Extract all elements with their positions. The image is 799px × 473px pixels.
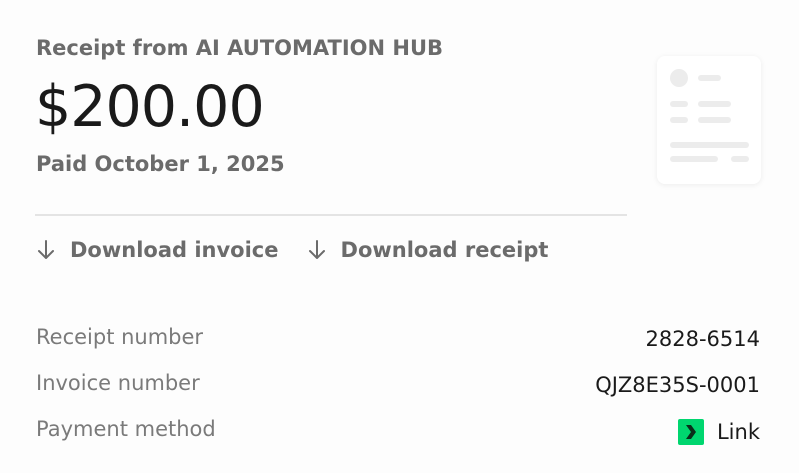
invoice-number-value: QJZ8E35S-0001: [595, 373, 760, 397]
download-receipt-label: Download receipt: [340, 238, 549, 262]
invoice-number-row: Invoice number QJZ8E35S-0001: [36, 371, 760, 417]
receipt-from-title: Receipt from AI AUTOMATION HUB: [36, 36, 444, 60]
arrow-down-icon: [38, 240, 54, 259]
link-logo-icon: [677, 419, 704, 445]
receipt-amount: $200.00: [35, 74, 265, 140]
receipt-number-value: 2828-6514: [645, 327, 760, 351]
receipt-number-row: Receipt number 2828-6514: [36, 325, 760, 371]
divider: [35, 214, 627, 216]
payment-method-text: Link: [716, 420, 760, 444]
arrow-down-icon: [308, 240, 325, 259]
receipt-details: Receipt number 2828-6514 Invoice number …: [36, 325, 760, 463]
payment-method-value: Link: [677, 419, 760, 445]
receipt-number-label: Receipt number: [36, 325, 204, 349]
receipt-thumbnail-icon: [657, 56, 761, 184]
download-invoice-label: Download invoice: [70, 238, 279, 262]
payment-method-label: Payment method: [36, 417, 216, 441]
download-actions: Download invoice Download receipt: [36, 238, 576, 262]
download-invoice-button[interactable]: Download invoice: [36, 238, 279, 262]
payment-method-row: Payment method Link: [36, 417, 760, 463]
paid-date: Paid October 1, 2025: [36, 152, 285, 176]
download-receipt-button[interactable]: Download receipt: [307, 238, 549, 262]
invoice-number-label: Invoice number: [36, 371, 200, 395]
